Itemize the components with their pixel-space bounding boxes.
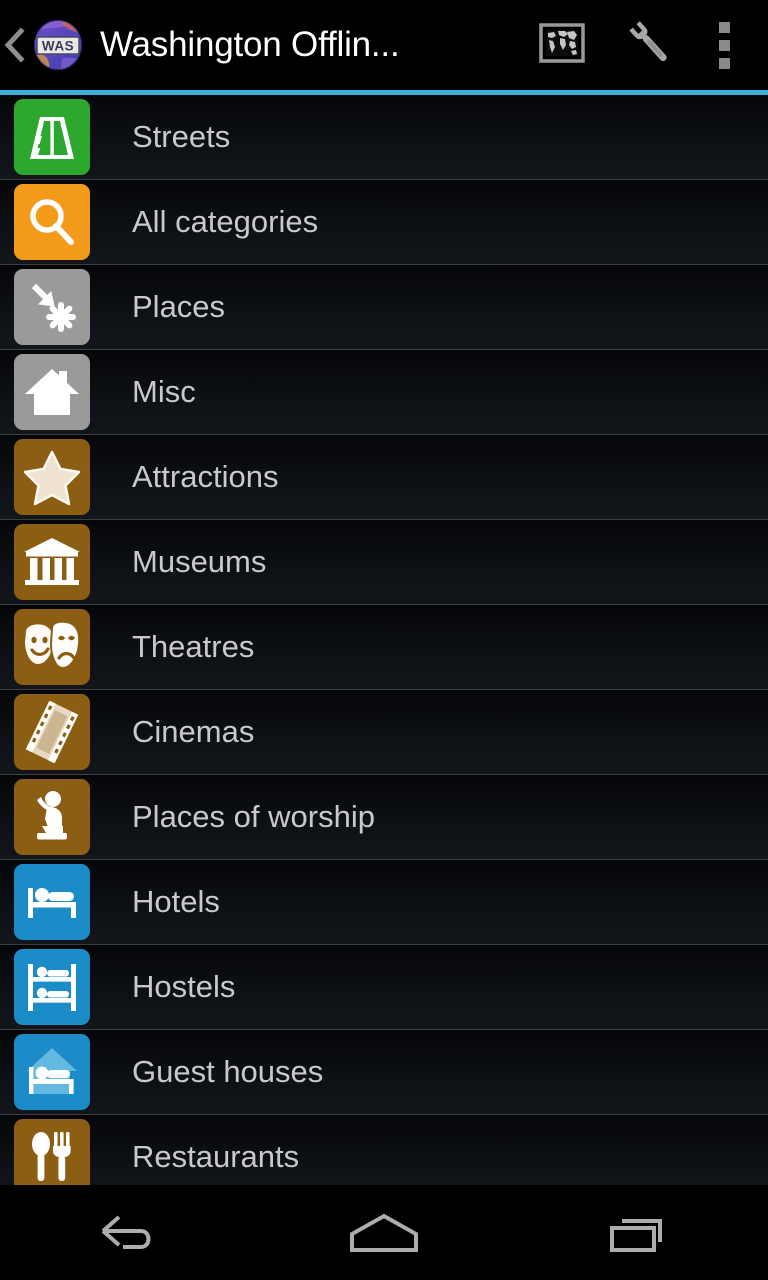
category-icon-badge: [14, 354, 90, 430]
category-icon-badge: [14, 609, 90, 685]
list-item[interactable]: All categories: [0, 180, 768, 265]
app-logo[interactable]: WAS: [32, 19, 84, 71]
star-icon: [21, 446, 83, 508]
list-item[interactable]: Hostels: [0, 945, 768, 1030]
category-icon-badge: [14, 439, 90, 515]
overflow-dot-icon: [718, 57, 730, 69]
list-item[interactable]: Hotels: [0, 860, 768, 945]
category-icon-badge: [14, 864, 90, 940]
list-item-label: Hostels: [132, 969, 236, 1004]
up-navigation-button[interactable]: [0, 0, 30, 90]
globe-was-icon: WAS: [32, 19, 84, 71]
page-title: Washington Offlin...: [100, 25, 400, 64]
house-icon: [22, 362, 82, 422]
category-icon-badge: [14, 99, 90, 175]
list-item-label: Museums: [132, 544, 267, 579]
category-icon-badge: [14, 269, 90, 345]
list-item-label: Places of worship: [132, 799, 375, 834]
system-navigation-bar: [0, 1185, 768, 1280]
list-item-label: Cinemas: [132, 714, 255, 749]
category-icon-badge: [14, 524, 90, 600]
museum-icon: [21, 531, 83, 593]
bunkbed-icon: [21, 956, 83, 1018]
nav-recents-button[interactable]: [512, 1185, 768, 1280]
cutlery-icon: [21, 1126, 83, 1185]
svg-text:WAS: WAS: [42, 39, 74, 54]
list-item[interactable]: Misc: [0, 350, 768, 435]
list-item[interactable]: Cinemas: [0, 690, 768, 775]
list-item[interactable]: Museums: [0, 520, 768, 605]
list-item-label: Restaurants: [132, 1139, 300, 1174]
list-item-label: Places: [132, 289, 226, 324]
nav-home-button[interactable]: [256, 1185, 512, 1280]
recent-apps-icon: [602, 1208, 678, 1258]
action-bar: WAS Washington Offlin...: [0, 0, 768, 90]
home-pentagon-icon: [344, 1208, 424, 1258]
list-item-label: Theatres: [132, 629, 255, 664]
list-item-label: All categories: [132, 204, 319, 239]
overflow-dot-icon: [718, 21, 730, 33]
back-arrow-icon: [91, 1209, 165, 1257]
list-item-label: Misc: [132, 374, 196, 409]
category-list[interactable]: Streets All categories Places Misc Attra…: [0, 95, 768, 1185]
filmstrip-icon: [21, 701, 83, 763]
theatre-masks-icon: [21, 616, 83, 678]
chevron-left-icon: [4, 27, 26, 63]
nav-back-button[interactable]: [0, 1185, 256, 1280]
list-item-label: Hotels: [132, 884, 220, 919]
list-item[interactable]: Places: [0, 265, 768, 350]
road-icon: [22, 107, 82, 167]
list-item[interactable]: Places of worship: [0, 775, 768, 860]
world-map-button[interactable]: [518, 0, 606, 90]
list-item[interactable]: Restaurants: [0, 1115, 768, 1185]
list-item-label: Guest houses: [132, 1054, 324, 1089]
category-icon-badge: [14, 1119, 90, 1185]
category-icon-badge: [14, 779, 90, 855]
magnifier-icon: [22, 192, 82, 252]
list-item[interactable]: Guest houses: [0, 1030, 768, 1115]
praying-person-icon: [21, 786, 83, 848]
list-item-label: Streets: [132, 119, 231, 154]
category-icon-badge: [14, 694, 90, 770]
overflow-menu-button[interactable]: [694, 0, 754, 90]
list-item[interactable]: Attractions: [0, 435, 768, 520]
wrench-icon: [623, 16, 677, 75]
list-item[interactable]: Streets: [0, 95, 768, 180]
category-icon-badge: [14, 184, 90, 260]
world-map-icon: [538, 19, 586, 72]
guesthouse-icon: [21, 1041, 83, 1103]
app-root: WAS Washington Offlin... Streets All cat…: [0, 0, 768, 1280]
category-icon-badge: [14, 949, 90, 1025]
place-arrow-icon: [21, 276, 83, 338]
bed-icon: [21, 871, 83, 933]
overflow-dot-icon: [718, 39, 730, 51]
list-item[interactable]: Theatres: [0, 605, 768, 690]
list-item-label: Attractions: [132, 459, 279, 494]
tools-button[interactable]: [606, 0, 694, 90]
category-icon-badge: [14, 1034, 90, 1110]
